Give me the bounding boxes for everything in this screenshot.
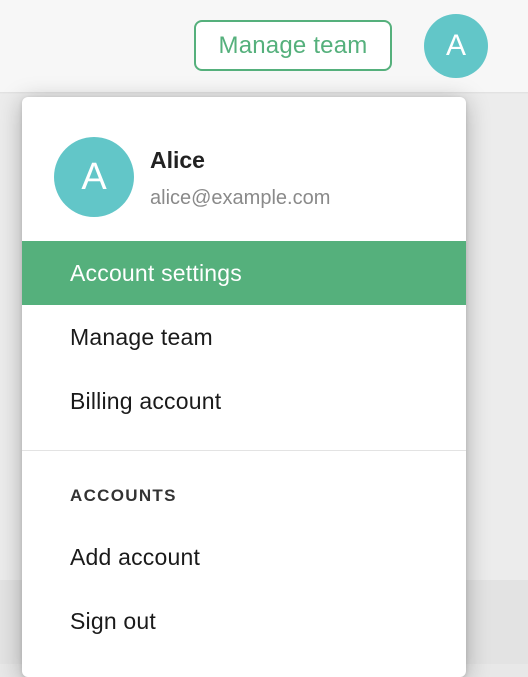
profile-header: A Alice alice@example.com	[22, 97, 466, 241]
top-bar: Manage team A	[0, 0, 528, 93]
menu-item-sign-out[interactable]: Sign out	[22, 589, 466, 653]
profile-avatar: A	[54, 137, 134, 217]
menu-divider	[22, 450, 466, 451]
menu-item-account-settings[interactable]: Account settings	[22, 241, 466, 305]
manage-team-button[interactable]: Manage team	[194, 20, 392, 71]
menu-item-manage-team[interactable]: Manage team	[22, 305, 466, 369]
menu-item-billing-account[interactable]: Billing account	[22, 369, 466, 433]
account-dropdown-menu: A Alice alice@example.com Account settin…	[22, 97, 466, 677]
profile-email: alice@example.com	[150, 187, 331, 209]
accounts-section-label: ACCOUNTS	[70, 486, 177, 505]
user-avatar-button[interactable]: A	[424, 14, 488, 78]
profile-name: Alice	[150, 147, 205, 173]
menu-item-add-account[interactable]: Add account	[22, 525, 466, 589]
